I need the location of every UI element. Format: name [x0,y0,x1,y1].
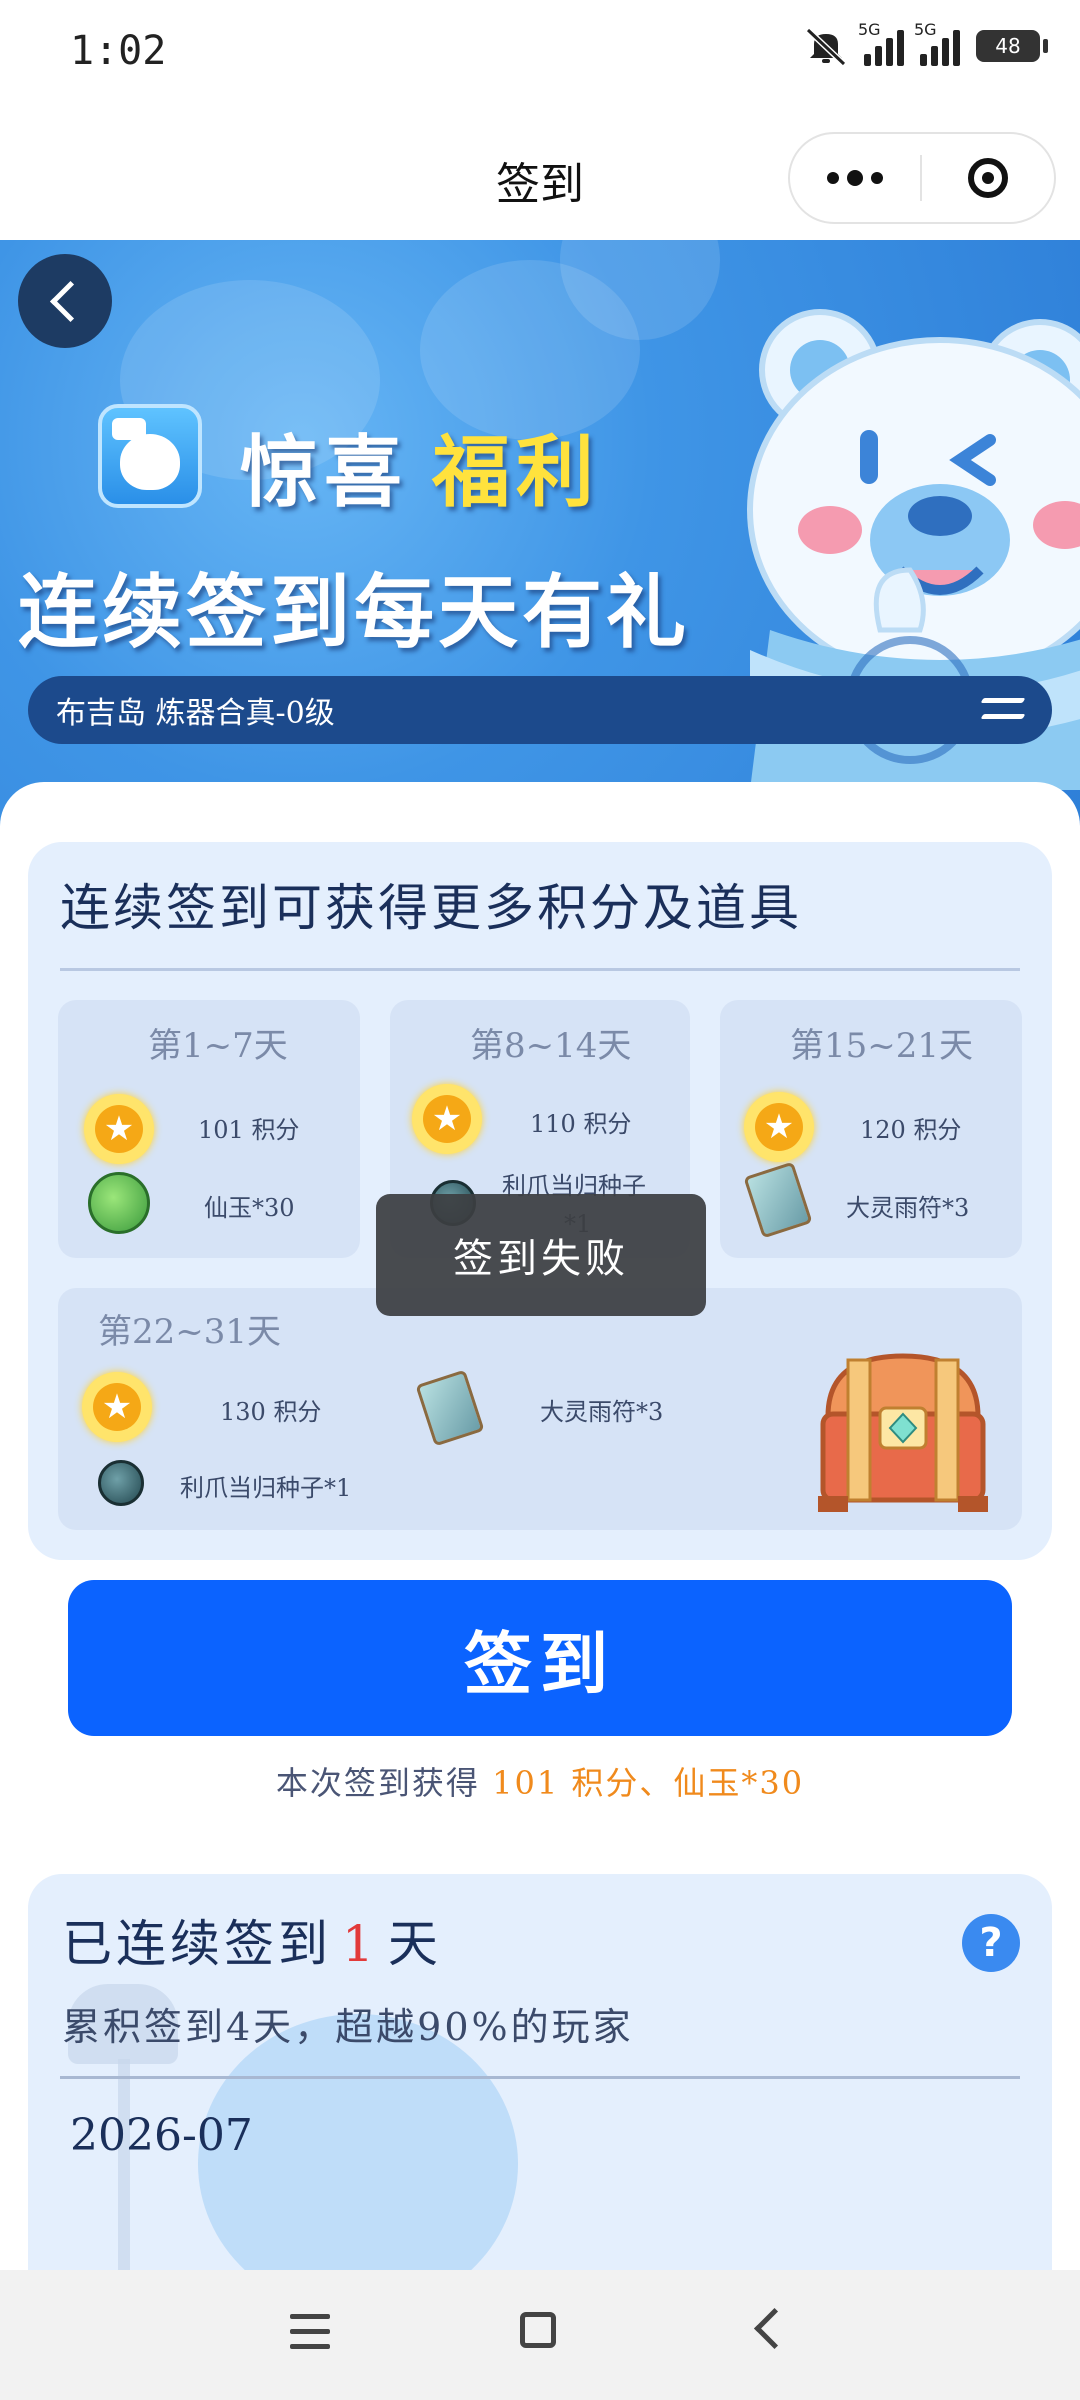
banner: 惊喜 福利 连续签到每天有礼 布吉岛 炼器合真-0级 [0,240,1080,840]
signal-icon: 5G [914,20,960,66]
menu-icon[interactable] [290,2314,330,2350]
streak-title-suffix: 天 [387,1915,442,1973]
status-time: 1:02 [70,28,167,74]
divider [60,2076,1020,2079]
reward-note-prefix: 本次签到获得 [275,1764,480,1802]
back-button[interactable] [18,254,112,348]
streak-subtitle: 累积签到4天，超越90%的玩家 [62,2005,634,2049]
points-star-icon: ★ [744,1092,814,1162]
dot-icon [847,170,863,186]
sign-in-button[interactable]: 签到 [68,1580,1012,1736]
dot-icon [827,172,839,184]
reward-note: 本次签到获得 101 积分、仙玉*30 [0,1758,1080,1804]
server-info: 布吉岛 炼器合真-0级 [56,696,335,731]
banner-subtitle: 连续签到每天有礼 [18,565,690,659]
home-icon[interactable] [520,2312,556,2348]
jade-icon [88,1172,150,1234]
divider [60,968,1020,971]
points-star-icon: ★ [82,1372,152,1442]
streak-title: 已连续签到 1 天 [62,1904,442,1976]
toast-message: 签到失败 [376,1194,706,1316]
network-label: 5G [914,20,937,39]
mini-program-capsule [788,132,1056,224]
banner-title-part1: 惊喜 [240,427,409,518]
dot-icon [871,172,883,184]
server-selector[interactable]: 布吉岛 炼器合真-0级 [28,676,1052,744]
tier-item: 110 积分 [530,1110,632,1138]
tier-title: 第1~7天 [148,1026,288,1066]
points-star-icon: ★ [84,1094,154,1164]
calendar-month: 2026-07 [70,2110,253,2161]
streak-title-prefix: 已连续签到 [62,1915,332,1973]
tier-title: 第15~21天 [790,1026,974,1066]
banner-title-highlight: 福利 [432,427,601,518]
tier-item: 130 积分 [220,1398,322,1426]
battery-icon: 48 [976,30,1048,62]
reward-heading: 连续签到可获得更多积分及道具 [60,879,802,937]
tier-title: 第22~31天 [98,1312,282,1352]
bear-face-icon [120,434,180,490]
tier-item: 101 积分 [198,1116,300,1144]
tier-item: 仙玉*30 [204,1194,295,1222]
mute-icon [804,26,848,67]
tier-item: 120 积分 [860,1116,962,1144]
app-logo [98,404,202,508]
help-icon[interactable]: ? [962,1914,1020,1972]
battery-level: 48 [995,34,1021,58]
nav-bar: 签到 [0,110,1080,240]
tier-title: 第8~14天 [470,1026,632,1066]
treasure-chest-icon [818,1353,988,1512]
status-icons: 5G 5G 48 [804,20,1048,67]
swap-icon [980,692,1026,728]
tier-item: 大灵雨符*3 [846,1194,970,1222]
streak-days: 1 [342,1915,378,1973]
lamp-decoration [118,2059,130,2294]
system-nav-bar [0,2270,1080,2400]
network-label: 5G [858,20,881,39]
tier-item: 大灵雨符*3 [540,1398,664,1426]
back-icon[interactable] [753,2307,796,2350]
reward-note-value: 101 积分、仙玉*30 [492,1764,805,1802]
more-button[interactable] [790,134,920,222]
status-bar: 1:02 5G 5G 48 [0,0,1080,110]
seed-icon [98,1460,144,1506]
target-icon [968,158,1008,198]
signal-icon: 5G [858,20,904,66]
points-star-icon: ★ [412,1084,482,1154]
tier-item: 利爪当归种子*1 [180,1474,352,1502]
banner-title: 惊喜 福利 [240,410,600,522]
close-mini-program-button[interactable] [922,158,1054,198]
